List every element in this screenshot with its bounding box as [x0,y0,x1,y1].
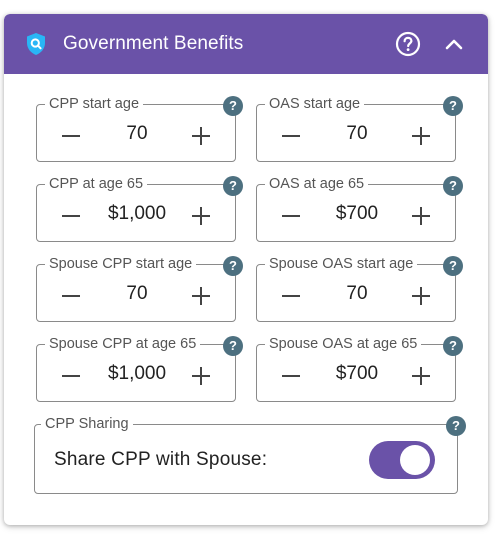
spouse-oas-at-65-value[interactable]: $700 [307,345,407,403]
spouse-oas-start-age-help-icon[interactable]: ? [443,256,463,276]
oas-start-age-value[interactable]: 70 [307,105,407,163]
spouse-cpp-start-age-help-icon[interactable]: ? [223,256,243,276]
spouse-cpp-at-65-value[interactable]: $1,000 [87,345,187,403]
spouse-oas-start-age-field: Spouse OAS start age 70 [256,255,456,323]
spouse-oas-start-age-value[interactable]: 70 [307,265,407,323]
spouse-oas-at-65-decrement-button[interactable] [275,360,307,392]
spouse-oas-at-65-help-icon[interactable]: ? [443,336,463,356]
spouse-oas-at-65-increment-button[interactable] [405,360,437,392]
cpp-start-age-value[interactable]: 70 [87,105,187,163]
oas-at-65-help-icon[interactable]: ? [443,176,463,196]
share-cpp-toggle[interactable] [369,441,435,479]
spouse-cpp-at-65-help-icon[interactable]: ? [223,336,243,356]
oas-start-age-field: OAS start age 70 [256,95,456,163]
share-cpp-label: Share CPP with Spouse: [54,449,268,470]
spouse-cpp-start-age-value[interactable]: 70 [87,265,187,323]
cpp-at-65-decrement-button[interactable] [55,200,87,232]
shield-search-icon [24,32,48,56]
oas-start-age-decrement-button[interactable] [275,120,307,152]
oas-start-age-help-icon[interactable]: ? [443,96,463,116]
spouse-oas-start-age-decrement-button[interactable] [275,280,307,312]
oas-at-65-value[interactable]: $700 [307,185,407,243]
cpp-start-age-increment-button[interactable] [185,120,217,152]
spouse-cpp-start-age-increment-button[interactable] [185,280,217,312]
toggle-knob [400,445,430,475]
cpp-at-65-help-icon[interactable]: ? [223,176,243,196]
oas-at-65-increment-button[interactable] [405,200,437,232]
cpp-start-age-help-icon[interactable]: ? [223,96,243,116]
spouse-cpp-start-age-decrement-button[interactable] [55,280,87,312]
cpp-start-age-field: CPP start age 70 [36,95,236,163]
help-circle-icon[interactable] [395,31,421,57]
cpp-at-65-value[interactable]: $1,000 [87,185,187,243]
spouse-cpp-at-65-decrement-button[interactable] [55,360,87,392]
cpp-sharing-legend: CPP Sharing [41,415,133,433]
cpp-start-age-decrement-button[interactable] [55,120,87,152]
cpp-sharing-group: CPP Sharing Share CPP with Spouse: [34,415,458,494]
spouse-cpp-at-65-increment-button[interactable] [185,360,217,392]
oas-at-65-field: OAS at age 65 $700 [256,175,456,243]
cpp-at-65-field: CPP at age 65 $1,000 [36,175,236,243]
cpp-sharing-help-icon[interactable]: ? [446,416,466,436]
spouse-cpp-start-age-field: Spouse CPP start age 70 [36,255,236,323]
spouse-oas-at-65-field: Spouse OAS at age 65 $700 [256,335,456,403]
cpp-at-65-increment-button[interactable] [185,200,217,232]
spouse-oas-start-age-increment-button[interactable] [405,280,437,312]
panel-header[interactable]: Government Benefits [4,14,488,74]
panel-title: Government Benefits [63,33,244,54]
spouse-cpp-at-65-field: Spouse CPP at age 65 $1,000 [36,335,236,403]
oas-start-age-increment-button[interactable] [405,120,437,152]
chevron-up-icon[interactable] [443,33,465,55]
oas-at-65-decrement-button[interactable] [275,200,307,232]
